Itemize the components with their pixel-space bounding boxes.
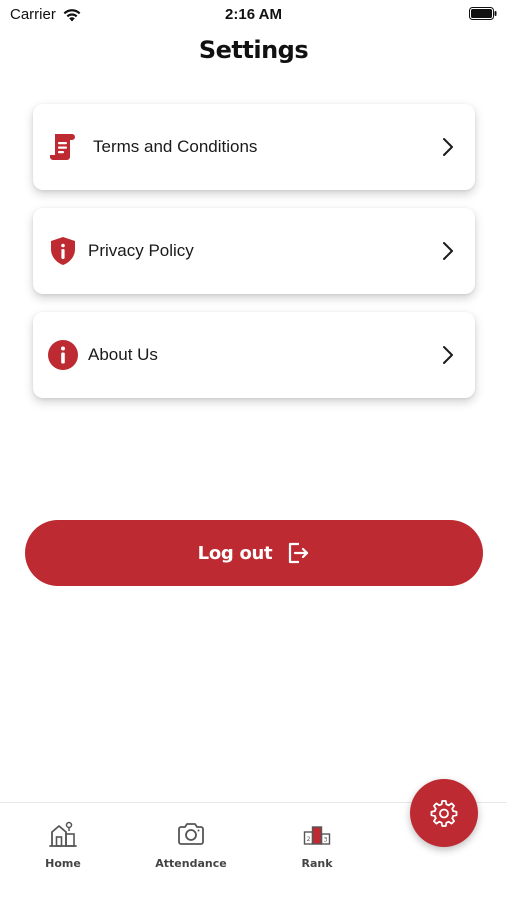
settings-item-label: About Us [88,345,158,364]
home-icon [49,821,77,847]
tab-home[interactable]: Home [18,819,108,870]
shield-icon [51,237,75,265]
camera-icon [178,823,204,845]
tab-label: Rank [301,857,333,870]
svg-text:3: 3 [324,837,328,844]
tab-settings[interactable] [410,779,478,847]
battery-icon [469,7,497,20]
settings-item-terms[interactable]: Terms and Conditions [33,104,475,190]
tab-rank[interactable]: 2 3 Rank [272,819,362,870]
chevron-right-icon [443,242,453,260]
settings-item-about[interactable]: About Us [33,312,475,398]
logout-icon [289,542,309,564]
tab-label: Attendance [155,857,227,870]
settings-list: Terms and Conditions Privacy Policy Abou… [33,104,475,416]
settings-item-label: Terms and Conditions [93,137,258,156]
status-time: 2:16 AM [225,6,282,23]
gear-icon [430,800,458,827]
svg-text:2: 2 [307,836,311,843]
logout-button[interactable]: Log out [25,520,483,586]
info-icon [48,340,78,370]
logout-label: Log out [197,542,273,564]
podium-icon: 2 3 [303,826,331,845]
document-icon [50,134,75,160]
chevron-right-icon [443,346,453,364]
settings-item-privacy[interactable]: Privacy Policy [33,208,475,294]
page-title: Settings [198,36,309,64]
tab-attendance[interactable]: Attendance [146,819,236,870]
chevron-right-icon [443,138,453,156]
tab-label: Home [45,857,81,870]
status-bar: Carrier 2:16 AM [0,0,507,28]
settings-item-label: Privacy Policy [88,241,194,260]
